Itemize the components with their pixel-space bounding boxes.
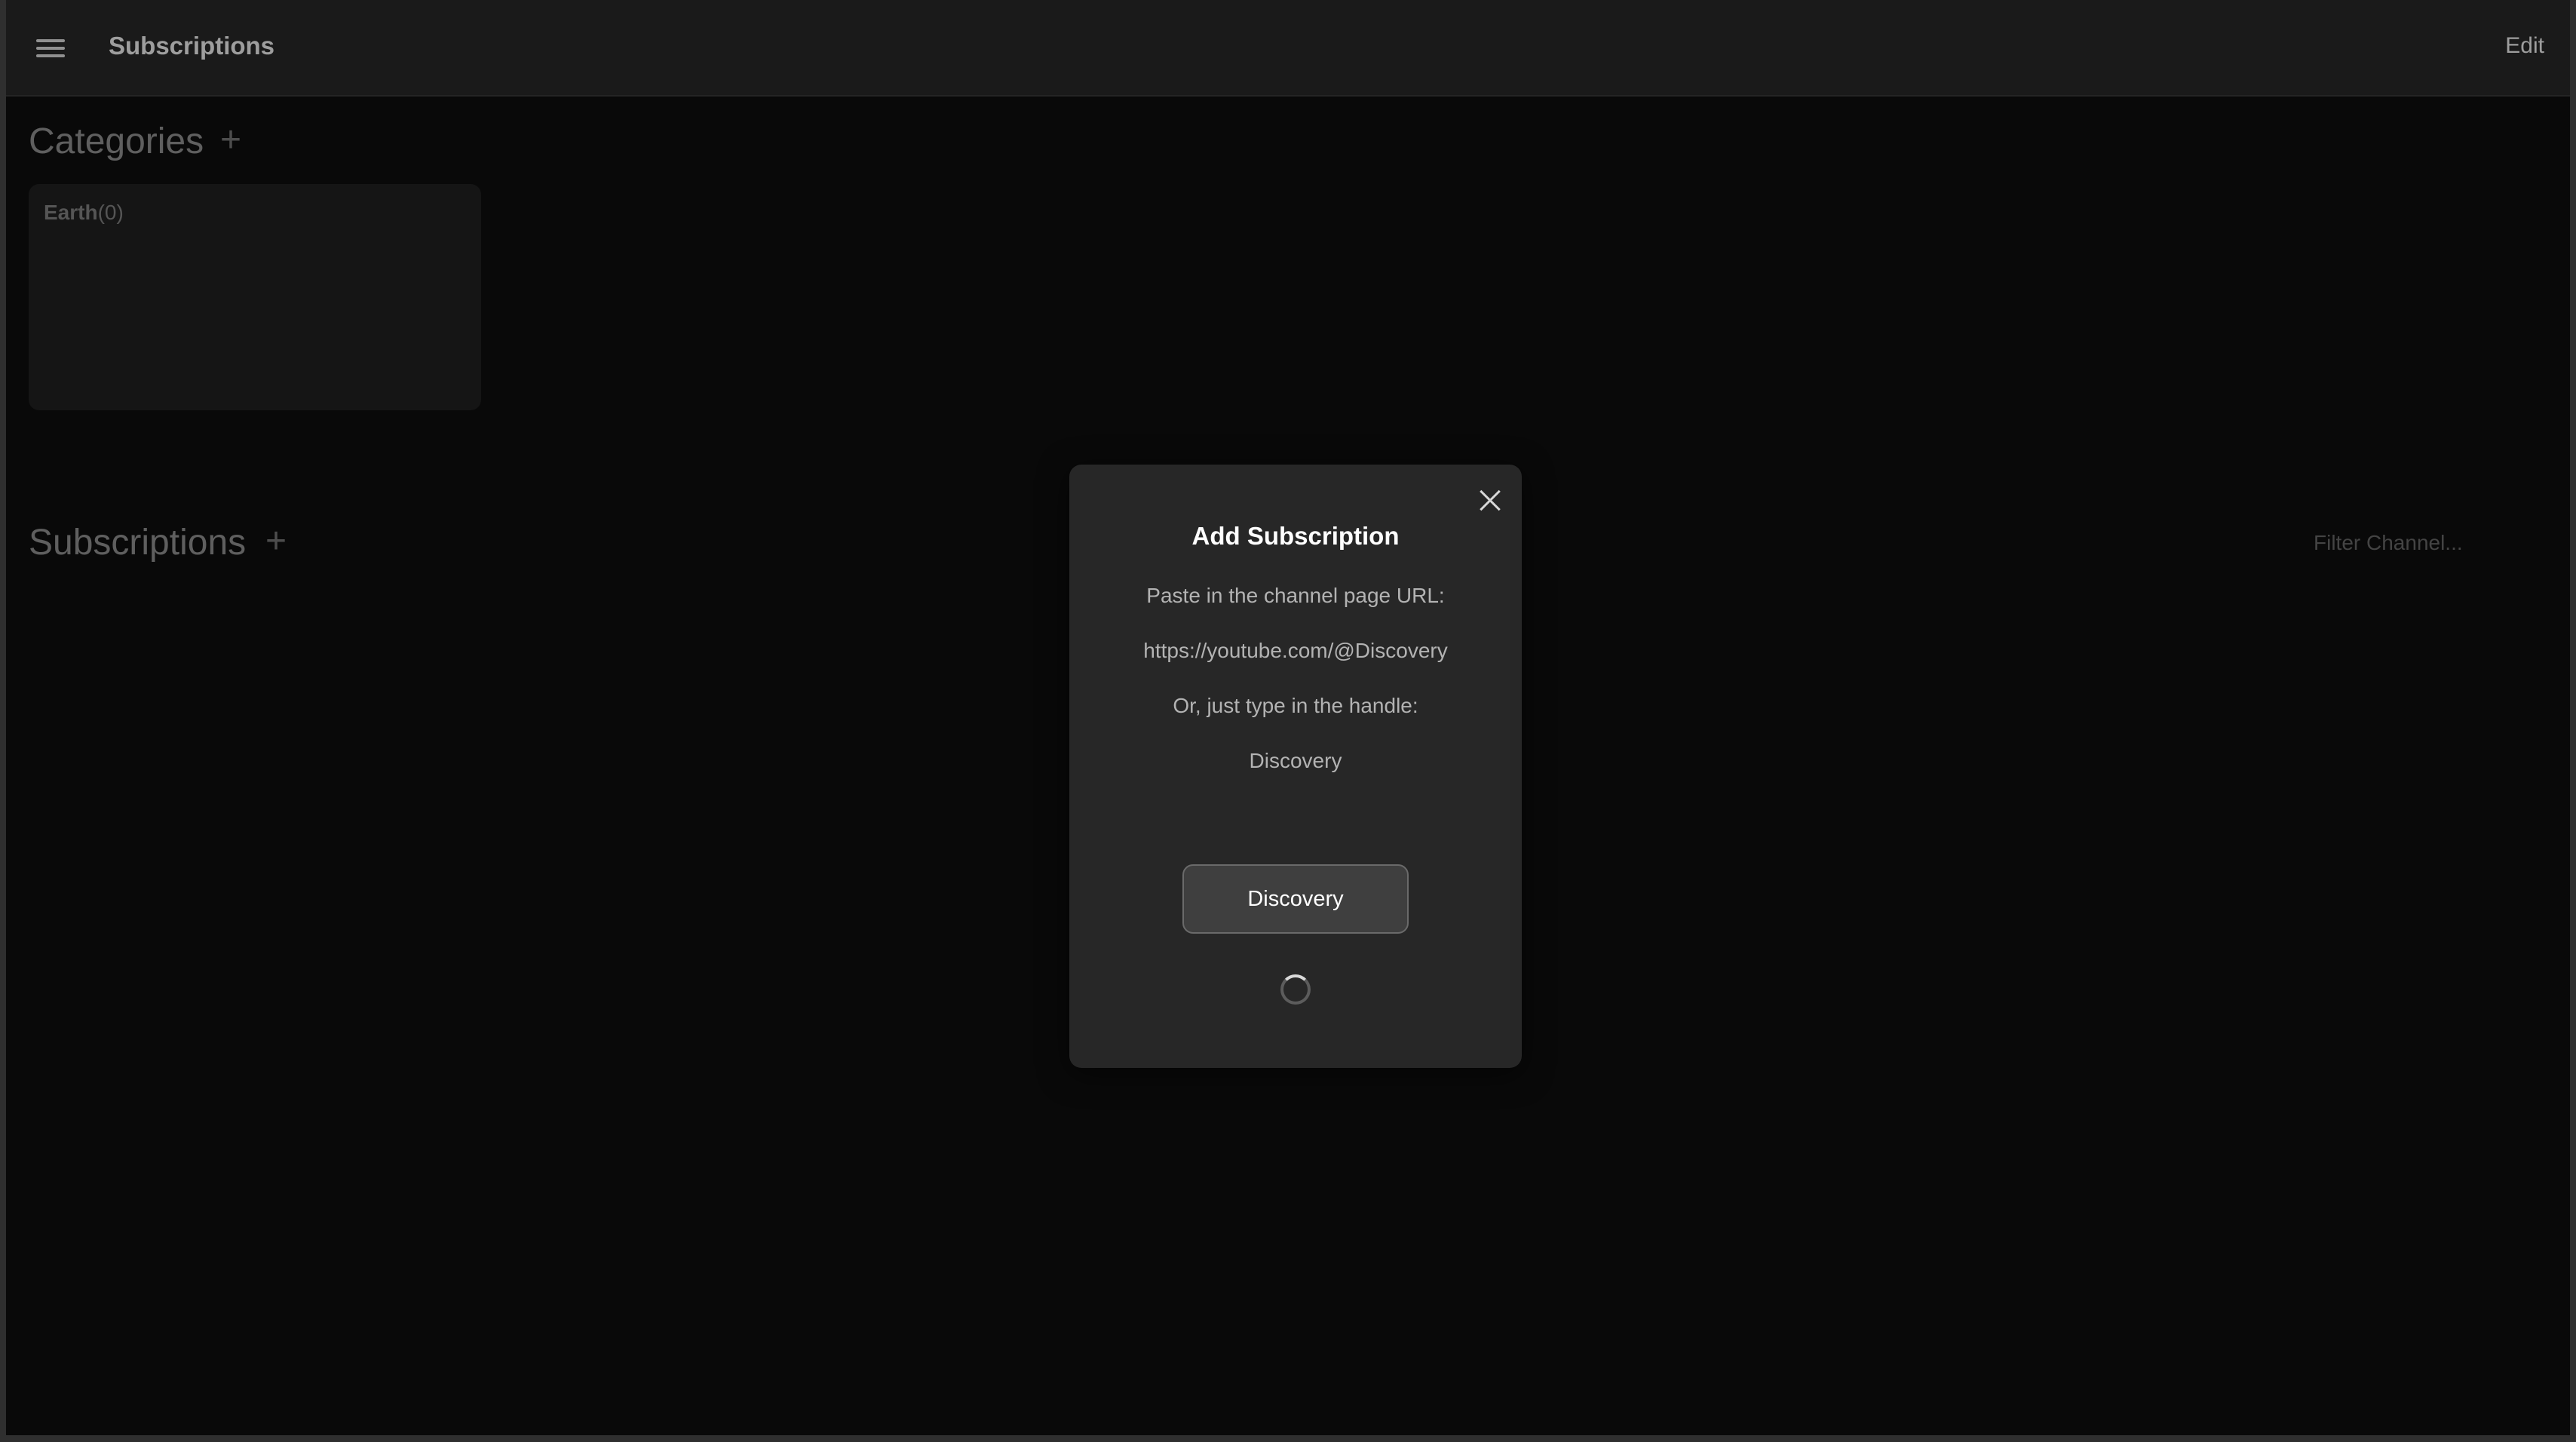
channel-input-button[interactable]: Discovery	[1182, 864, 1409, 934]
add-subscription-dialog: Add Subscription Paste in the channel pa…	[1069, 465, 1522, 1068]
app-window: Subscriptions Edit Categories + Earth(0)…	[0, 0, 2576, 1442]
dialog-title: Add Subscription	[1191, 522, 1400, 550]
url-instruction: Paste in the channel page URL:	[1146, 584, 1445, 607]
example-handle: Discovery	[1249, 749, 1342, 772]
close-icon[interactable]	[1475, 486, 1505, 516]
handle-instruction: Or, just type in the handle:	[1173, 694, 1418, 717]
loading-spinner-icon	[1280, 974, 1311, 1005]
example-url: https://youtube.com/@Discovery	[1143, 639, 1448, 662]
